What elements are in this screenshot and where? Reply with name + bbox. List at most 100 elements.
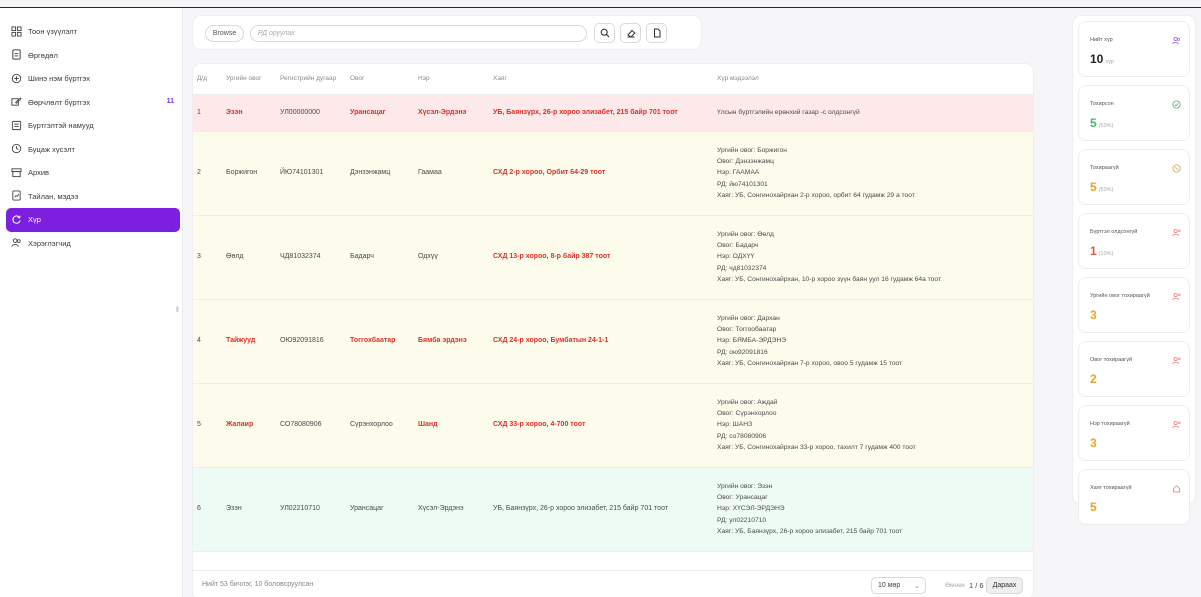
sidebar-item-khur[interactable]: Хүр [6,208,180,232]
table-header-row: Д/д Ургийн овог Регистрийн дугаар Овог Н… [193,64,1033,95]
sidebar-item-applications[interactable]: Өргөдөл [6,44,180,68]
search-icon [600,28,609,38]
user-x-icon [1172,420,1181,429]
column-header[interactable]: Ургийн овог [222,64,276,95]
stat-card[interactable]: Нэр тохираагүй 3 [1079,406,1189,460]
khur-info-line: РД: чд81032374 [717,264,767,272]
table-row[interactable]: 2 Боржигон ЙЮ74101301 Дэнзэнжамц Гаамаа СХД 2… [193,131,1033,216]
cell-number: 4 [193,299,222,384]
column-header[interactable]: Хүр мэдээлэл [713,64,1033,95]
stat-card[interactable]: Ургийн овог тохираагүй 3 [1079,278,1189,332]
khur-info-line: Овог: Тоггообаатар [717,325,777,333]
cell-given-name: Шанд [414,383,489,468]
stat-value: 2 [1090,372,1099,386]
sidebar-item-dashboard[interactable]: Тоон үзүүлэлт [6,20,180,44]
home-icon [1172,484,1181,493]
sidebar-item-changes[interactable]: Өөрчлөлт бүртгэх 11 [6,91,180,115]
sidebar: Тоон үзүүлэлт Өргөдөл Шинэ нэм бүртгэх Ө… [0,8,183,597]
cell-register-number: СО78080906 [276,383,346,468]
next-page-button[interactable]: Дараах [986,577,1023,594]
khur-info-line: Хаяг: УБ, Сонгинохайрхан 2-р хороо, орби… [717,192,915,200]
register-search-input[interactable] [250,25,587,42]
table-row[interactable]: 4 Тайжууд ОЮ92091816 Тоггохбаатар Бямба эрдэ… [193,299,1033,384]
column-header[interactable]: Д/д [193,64,222,95]
sidebar-collapse-handle[interactable]: ‖ [176,307,179,315]
cell-surname: Урансацаг [346,467,414,552]
search-button[interactable] [594,23,615,43]
khur-info-line: Ургийн овог: Дархан [717,314,780,322]
stat-card[interactable]: Тохираагүй 5 (50%) [1079,150,1189,204]
sidebar-item-registered-parties[interactable]: Бүртгэлтэй намууд [6,114,180,138]
sidebar-item-label: Хүр [28,215,41,225]
sidebar-item-label: Бүртгэлтэй намууд [28,121,94,131]
khur-info-line: Хаяг: УБ, Сонгинохайрхан 7-р хороо, овоо… [717,360,903,368]
cell-given-name: Бямба эрдэнэ [414,299,489,384]
sidebar-item-users[interactable]: Хэрэглэгчид [6,232,180,256]
sidebar-item-returned-requests[interactable]: Буцаж хүсэлт [6,138,180,162]
user-x-icon [1172,292,1181,301]
stat-card[interactable]: Бүртгэл олдсонгүй 1 (10%) [1079,214,1189,268]
user-x-icon [1172,356,1181,365]
report-icon [10,190,22,202]
stat-card[interactable]: Тохирсон 5 (50%) [1079,86,1189,140]
column-header[interactable]: Нэр [414,64,489,95]
search-toolbar: Browse [193,16,701,49]
table-row[interactable]: 3 Өөлд ЧД81032374 Бадарч Одхүү СХД 13-р хороо… [193,215,1033,300]
column-header[interactable]: Регистрийн дугаар [276,64,346,95]
stat-value: 1 (10%) [1090,244,1113,258]
stat-unit: хүр [1105,59,1114,65]
stat-value: 5 [1090,500,1099,514]
cell-surname: Бадарч [346,215,414,300]
sidebar-item-label: Өөрчлөлт бүртгэх [28,97,91,107]
cell-address: УБ, Баянзүрх, 26-р хороо элизабет, 215 б… [489,467,713,552]
cell-address: СХД 24-р хороо, Бумбатын 24-1-1 [489,299,713,384]
previous-page-button[interactable]: Өмнөх [945,582,965,589]
users-icon [1172,36,1181,45]
cell-number: 1 [193,94,222,132]
sidebar-item-label: Тоон үзүүлэлт [28,27,78,37]
cell-address: УБ, Баянзүрх, 26-р хороо элизабет, 215 б… [489,94,713,132]
khur-info-line: Ургийн овог: Өөлд [717,230,774,238]
sidebar-item-label: Архив [28,168,50,178]
stat-card[interactable]: Хаяг тохираагүй 5 [1079,470,1189,524]
stat-label: Овог тохираагүй [1090,357,1133,363]
cell-number: 2 [193,131,222,216]
stat-label: Бүртгэл олдсонгүй [1090,229,1138,235]
stat-card[interactable]: Овог тохираагүй 2 [1079,342,1189,396]
rows-per-page-select[interactable]: 10 мөр ⌄ [871,577,926,594]
sidebar-item-reports[interactable]: Тайлан, мэдээ [6,185,180,209]
column-header[interactable]: Хаяг [489,64,713,95]
sidebar-item-new-party[interactable]: Шинэ нэм бүртгэх [6,67,180,91]
stat-number: 5 [1090,116,1097,130]
clear-button[interactable] [620,23,641,43]
khur-info-line: Нэр: ШАНЗ [717,421,753,429]
sidebar-item-archive[interactable]: Архив [6,161,180,185]
column-header[interactable]: Овог [346,64,414,95]
khur-info-line: Ургийн овог: Эзэн [717,482,773,490]
stat-unit: (50%) [1098,123,1114,129]
check-circle-icon [1172,100,1181,109]
cell-surname: Дэнзэнжамц [346,131,414,216]
stat-number: 2 [1090,372,1097,386]
stats-panel: Нийт хүр 10 хүр Тохирсон 5 (50%) Тохираагүй 5 (5… [1073,16,1195,524]
table-row[interactable]: 5 Жалаир СО78080906 Сүрэнхорлоо Шанд СХД 33-р… [193,383,1033,468]
cell-address: СХД 13-р хороо, 8-р байр 387 тоот [489,215,713,300]
sidebar-nav: Тоон үзүүлэлт Өргөдөл Шинэ нэм бүртгэх Ө… [6,20,180,255]
table-row[interactable]: 1 Эзэн УЛ00000000 Урансацаг Хүсэл-Эрдэнэ УБ, … [193,94,1033,132]
stat-label: Ургийн овог тохираагүй [1090,293,1150,299]
refresh-icon [10,213,22,225]
cell-given-name: Одхүү [414,215,489,300]
cell-number: 5 [193,383,222,468]
cell-register-number: ЙЮ74101301 [276,131,346,216]
browse-button[interactable]: Browse [205,25,244,42]
cell-khur-info: Үлсын бүртгэлийн ерөнхий газар -с олдсон… [713,94,1033,132]
table-row[interactable]: 6 Эзэн УЛ02210710 Урансацаг Хүсэл-Эрдэнэ УБ, … [193,467,1033,552]
khur-info-line: Овог: Урансацаг [717,493,768,501]
cell-khur-info: Ургийн овог: Өөлд Овог: Бадарч Нэр: ОДХҮҮ Р… [713,215,1033,300]
cell-number: 6 [193,467,222,552]
users-icon [10,237,22,249]
copy-button[interactable] [646,23,667,43]
stat-card[interactable]: Нийт хүр 10 хүр [1079,22,1189,76]
stat-number: 1 [1090,244,1097,258]
khur-info-line: РД: ул02210710 [717,516,767,524]
